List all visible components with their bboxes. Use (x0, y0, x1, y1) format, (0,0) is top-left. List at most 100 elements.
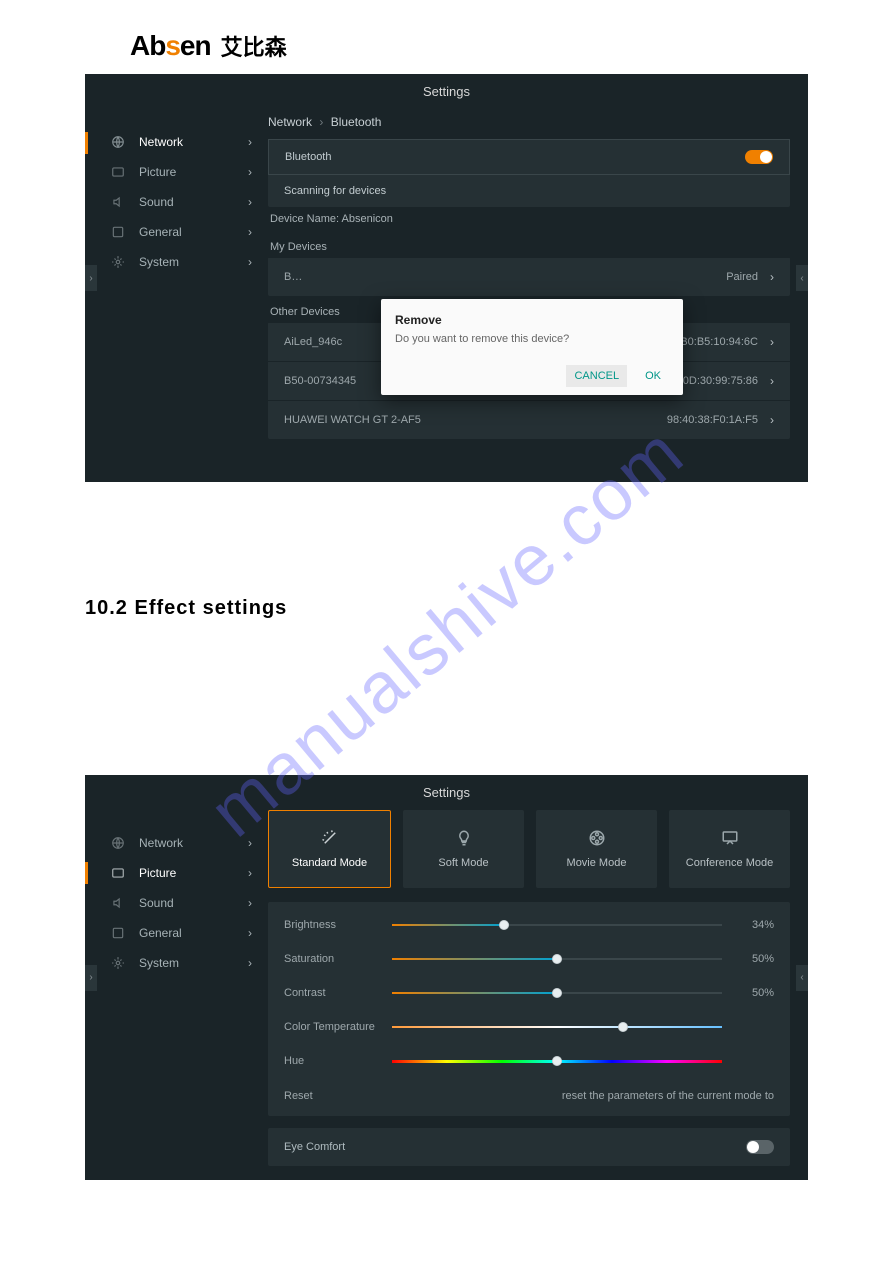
sliders-panel: Brightness 34% Saturation 50% Contrast 5… (268, 902, 790, 1116)
device-status: Paired (726, 271, 758, 283)
screenshot-bluetooth-settings: Settings Network › Picture › Sound › Gen… (85, 74, 808, 482)
sidebar-item-picture[interactable]: Picture › (93, 858, 268, 888)
slider-label: Brightness (284, 919, 380, 931)
picture-icon (111, 165, 125, 179)
sidebar-item-label: General (139, 926, 182, 940)
my-devices-panel: B… Paired › (268, 257, 790, 296)
network-icon (111, 836, 125, 850)
sidebar-item-system[interactable]: System › (93, 948, 268, 978)
chevron-right-icon: › (248, 255, 252, 269)
chevron-right-icon: › (319, 115, 323, 129)
contrast-slider[interactable]: Contrast 50% (284, 976, 774, 1010)
scanning-row: Scanning for devices (268, 175, 790, 207)
nav-right[interactable]: ‹ (796, 965, 808, 991)
settings-title: Settings (85, 775, 808, 810)
sound-icon (111, 896, 125, 910)
nav-right[interactable]: ‹ (796, 265, 808, 291)
reset-label: Reset (284, 1090, 313, 1102)
slider-label: Color Temperature (284, 1021, 380, 1033)
general-icon (111, 926, 125, 940)
bluetooth-panel: Bluetooth Scanning for devices (268, 139, 790, 207)
remove-dialog: Remove Do you want to remove this device… (381, 299, 683, 395)
nav-left[interactable]: › (85, 265, 97, 291)
hue-slider[interactable]: Hue (284, 1044, 774, 1078)
sidebar-item-network[interactable]: Network › (93, 828, 268, 858)
sidebar-item-label: Network (139, 836, 183, 850)
device-name-label: Device Name: (270, 213, 339, 225)
device-name: B50-00734345 (284, 375, 356, 387)
mode-conference[interactable]: Conference Mode (669, 810, 790, 888)
mode-label: Standard Mode (292, 857, 367, 869)
sidebar-item-label: System (139, 956, 179, 970)
slider-label: Contrast (284, 987, 380, 999)
picture-icon (111, 866, 125, 880)
other-device-row[interactable]: HUAWEI WATCH GT 2-AF5 98:40:38:F0:1A:F5› (268, 400, 790, 439)
mode-selector: Standard Mode Soft Mode Movie Mode Confe… (268, 810, 790, 902)
chevron-right-icon: › (248, 225, 252, 239)
active-indicator (85, 862, 88, 884)
eye-comfort-toggle[interactable] (746, 1140, 774, 1154)
device-name: AiLed_946c (284, 336, 342, 348)
chevron-right-icon: › (248, 956, 252, 970)
bluetooth-toggle[interactable] (745, 150, 773, 164)
chevron-right-icon: › (248, 135, 252, 149)
mode-standard[interactable]: Standard Mode (268, 810, 391, 888)
sidebar: Network › Picture › Sound › General › Sy… (93, 109, 268, 449)
sidebar-item-general[interactable]: General › (93, 217, 268, 247)
slider-value: 34% (734, 919, 774, 931)
chevron-right-icon: › (248, 836, 252, 850)
slider-value: 50% (734, 953, 774, 965)
device-name-value: Absenicon (342, 213, 393, 225)
my-device-row[interactable]: B… Paired › (268, 257, 790, 296)
device-name: B… (284, 271, 302, 283)
eye-comfort-label: Eye Comfort (284, 1141, 345, 1153)
sidebar-item-label: General (139, 225, 182, 239)
mode-label: Movie Mode (567, 857, 627, 869)
reset-hint: reset the parameters of the current mode… (562, 1090, 774, 1102)
screenshot-effect-settings: Settings Network › Picture › Sound › Gen… (85, 775, 808, 1180)
mode-soft[interactable]: Soft Mode (403, 810, 524, 888)
chevron-right-icon: › (770, 413, 774, 427)
nav-left[interactable]: › (85, 965, 97, 991)
sound-icon (111, 195, 125, 209)
sidebar-item-label: Network (139, 135, 183, 149)
film-icon (588, 829, 606, 847)
ok-button[interactable]: OK (637, 365, 669, 387)
sidebar-item-picture[interactable]: Picture › (93, 157, 268, 187)
eye-comfort-row[interactable]: Eye Comfort (268, 1128, 790, 1166)
chevron-right-icon: › (248, 926, 252, 940)
system-icon (111, 956, 125, 970)
device-name: HUAWEI WATCH GT 2-AF5 (284, 414, 421, 426)
chevron-right-icon: › (770, 374, 774, 388)
general-icon (111, 225, 125, 239)
cancel-button[interactable]: CANCEL (566, 365, 627, 387)
sidebar-item-general[interactable]: General › (93, 918, 268, 948)
reset-row[interactable]: Reset reset the parameters of the curren… (284, 1078, 774, 1110)
dialog-title: Remove (395, 313, 669, 327)
device-name-row: Device Name: Absenicon (268, 207, 790, 231)
settings-title: Settings (85, 74, 808, 109)
sidebar-item-sound[interactable]: Sound › (93, 187, 268, 217)
chevron-right-icon: › (248, 896, 252, 910)
chevron-right-icon: › (248, 866, 252, 880)
sidebar-item-sound[interactable]: Sound › (93, 888, 268, 918)
mode-movie[interactable]: Movie Mode (536, 810, 657, 888)
color-temperature-slider[interactable]: Color Temperature (284, 1010, 774, 1044)
sidebar-item-system[interactable]: System › (93, 247, 268, 277)
section-heading: 10.2 Effect settings (85, 597, 893, 620)
network-icon (111, 135, 125, 149)
mode-label: Conference Mode (686, 857, 773, 869)
bluetooth-label: Bluetooth (285, 151, 331, 163)
breadcrumb-bluetooth: Bluetooth (331, 115, 382, 129)
sidebar-item-network[interactable]: Network › (93, 127, 268, 157)
bluetooth-toggle-row[interactable]: Bluetooth (268, 139, 790, 175)
mode-label: Soft Mode (438, 857, 488, 869)
breadcrumb-network[interactable]: Network (268, 115, 312, 129)
presentation-icon (721, 829, 739, 847)
saturation-slider[interactable]: Saturation 50% (284, 942, 774, 976)
breadcrumb: Network › Bluetooth (268, 109, 790, 139)
chevron-right-icon: › (248, 195, 252, 209)
sidebar-item-label: System (139, 255, 179, 269)
scanning-label: Scanning for devices (284, 185, 386, 197)
brightness-slider[interactable]: Brightness 34% (284, 908, 774, 942)
